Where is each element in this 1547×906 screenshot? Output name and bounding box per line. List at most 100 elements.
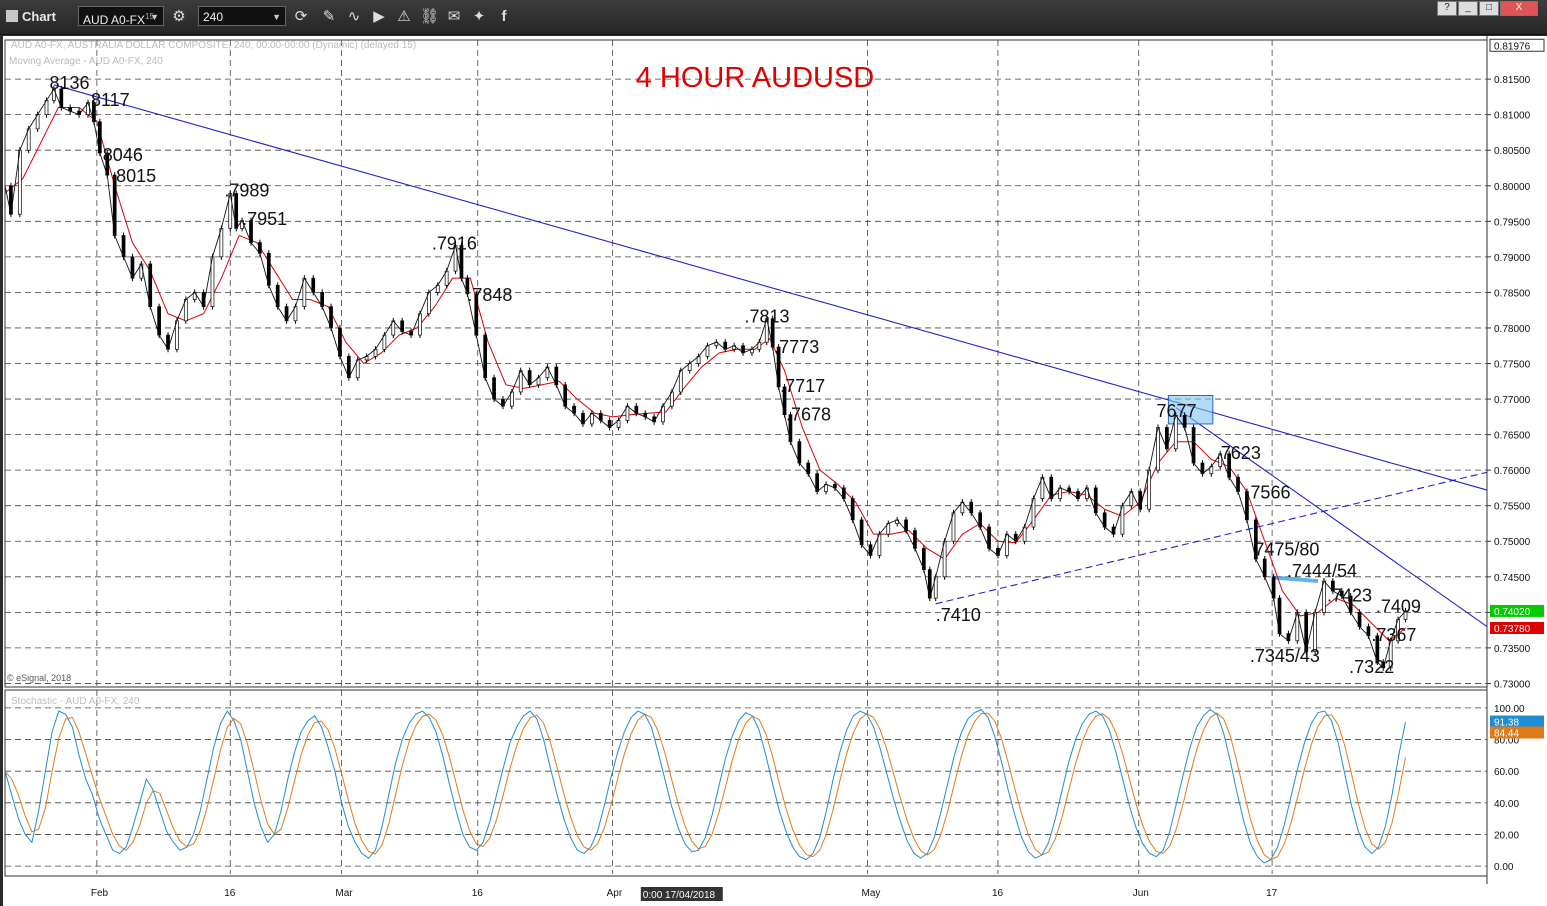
x-tick-label: Feb [91, 888, 109, 899]
window-titlebar: Chart AUD A0-FX15 ▼ ⚙ 240 ▼ ⟳ ✎ ∿ ▶ ⚠ ⛓ … [0, 0, 1547, 35]
price-annotation: 8136 [49, 73, 89, 93]
price-line [4, 88, 1406, 669]
price-annotation: .7623 [1216, 443, 1261, 463]
stochastic-header: Stochastic - AUD A0-FX, 240 [11, 696, 140, 707]
y-tick-label: 0.75000 [1494, 537, 1531, 548]
refresh-icon[interactable]: ⟳ [292, 8, 310, 26]
chevron-down-icon[interactable]: ▼ [272, 7, 281, 27]
y-tick-label: 0.81500 [1494, 75, 1531, 86]
cursor-time-label: 0:00 17/04/2018 [643, 890, 716, 901]
y-tick-label: 0.79500 [1494, 217, 1531, 228]
y-tick-label: 0.80000 [1494, 182, 1531, 193]
x-tick-label: 16 [472, 888, 484, 899]
price-annotation: .7951 [242, 209, 287, 229]
copyright-text: © eSignal, 2018 [7, 673, 71, 683]
price-series [4, 86, 1408, 671]
y-tick-label: 0.73500 [1494, 644, 1531, 655]
x-tick-label: Apr [607, 888, 623, 899]
price-tag-label: 0.73780 [1494, 624, 1531, 635]
price-annotation: .7916 [432, 234, 477, 254]
window-title: Chart [22, 9, 56, 24]
interval-text: 240 [203, 10, 224, 24]
price-annotation: 8015 [116, 166, 156, 186]
chart-area[interactable]: 8136 8117 8046 8015 .7989 .7951 .7916 .7848 .781… [3, 36, 1547, 906]
price-annotation: 7475/80 [1254, 539, 1319, 559]
link-icon[interactable]: ⛓ [420, 8, 439, 26]
chart-header-line1: AUD A0-FX, AUSTRALIA DOLLAR COMPOSITE, 2… [11, 40, 416, 51]
y-tick-label: 0.79000 [1494, 253, 1531, 264]
price-annotation: .7409 [1376, 596, 1421, 616]
chevron-down-icon[interactable]: ▼ [150, 7, 159, 27]
close-button[interactable]: X [1500, 1, 1538, 16]
y-tick-label: 0.75500 [1494, 502, 1531, 513]
x-tick-label: 16 [224, 888, 236, 899]
stochastic-tick-label: 0.00 [1494, 862, 1514, 873]
price-annotation: 7677 [1157, 401, 1197, 421]
gear-icon[interactable]: ⚙ [170, 8, 188, 26]
price-annotation: .7813 [745, 306, 790, 326]
chart-header-line2: Moving Average - AUD A0-FX, 240 [9, 56, 163, 67]
moving-average [4, 107, 1406, 642]
top-value-label: 0.81976 [1494, 41, 1531, 52]
stochastic-tick-label: 40.00 [1494, 799, 1519, 810]
y-tick-label: 0.76500 [1494, 431, 1531, 442]
price-annotation: .7717 [780, 376, 825, 396]
x-tick-label: 17 [1266, 888, 1278, 899]
stochastic-grid [4, 689, 1488, 877]
facebook-icon[interactable]: f [495, 8, 513, 26]
price-annotation: 8117 [91, 90, 130, 110]
price-annotation: .7566 [1245, 483, 1290, 503]
chart-canvas[interactable]: 81368117 80468015 .7989 .7951 .7916 .7848 .781… [3, 36, 1547, 906]
y-tick-label: 0.78000 [1494, 324, 1531, 335]
price-annotation: .7848 [467, 285, 512, 305]
stochastic-series [4, 708, 1406, 864]
alert-icon[interactable]: ⚠ [395, 8, 413, 26]
price-annotation: .7773 [774, 337, 819, 357]
stochastic-tick-label: 60.00 [1494, 767, 1519, 778]
y-tick-label: 0.80500 [1494, 146, 1531, 157]
play-icon[interactable]: ▶ [370, 8, 388, 26]
help-button[interactable]: ? [1437, 1, 1457, 16]
chart-app-icon [6, 10, 18, 22]
price-annotation: .7989 [224, 180, 269, 200]
price-annotation: .7678 [786, 404, 831, 424]
x-tick-label: Mar [335, 888, 353, 899]
pencil-icon[interactable]: ✎ [320, 8, 338, 26]
stochastic-tick-label: 20.00 [1494, 830, 1519, 841]
grid [4, 39, 1488, 874]
comment-icon[interactable]: ✉ [445, 8, 463, 26]
stochastic-tick-label: 100.00 [1494, 704, 1525, 715]
price-annotation: .7423 [1327, 586, 1372, 606]
price-annotation: .7322 [1349, 657, 1394, 677]
y-tick-label: 0.74500 [1494, 573, 1531, 584]
annotations: 81368117 80468015 .7989 .7951 .7916 .7848 .781… [49, 73, 1420, 677]
symbol-text: AUD A0-FX [83, 13, 146, 27]
moving-average-line [4, 107, 1406, 642]
y-tick-label: 0.81000 [1494, 111, 1531, 122]
y-tick-label: 0.78500 [1494, 288, 1531, 299]
price-annotation: .7410 [936, 605, 981, 625]
price-annotation: 8046 [103, 145, 143, 165]
stochastic-panel-border [4, 689, 1488, 877]
x-tick-label: Jun [1133, 888, 1149, 899]
y-tick-label: 0.77500 [1494, 360, 1531, 371]
stochastic-tag-label: 84.44 [1494, 729, 1519, 740]
y-tick-label: 0.73000 [1494, 679, 1531, 690]
price-tag-label: 0.74020 [1494, 607, 1531, 618]
y-tick-label: 0.76000 [1494, 466, 1531, 477]
symbol-input[interactable]: AUD A0-FX15 ▼ [78, 6, 164, 27]
restore-button[interactable]: □ [1479, 1, 1499, 16]
minimize-button[interactable]: _ [1458, 1, 1478, 16]
chart-title: 4 HOUR AUDUSD [636, 62, 875, 94]
stochastic-k-line [4, 708, 1406, 864]
twitter-icon[interactable]: ✦ [470, 8, 488, 26]
price-annotation: .7367 [1371, 625, 1416, 645]
trendline-rising-support [935, 471, 1488, 605]
y-tick-label: 0.77000 [1494, 395, 1531, 406]
interval-input[interactable]: 240 ▼ [198, 6, 286, 26]
curve-icon[interactable]: ∿ [345, 8, 363, 26]
price-annotation: .7444/54 [1287, 561, 1357, 581]
price-annotation: .7345/43 [1250, 646, 1320, 666]
x-tick-label: May [862, 888, 881, 899]
x-tick-label: 16 [992, 888, 1004, 899]
